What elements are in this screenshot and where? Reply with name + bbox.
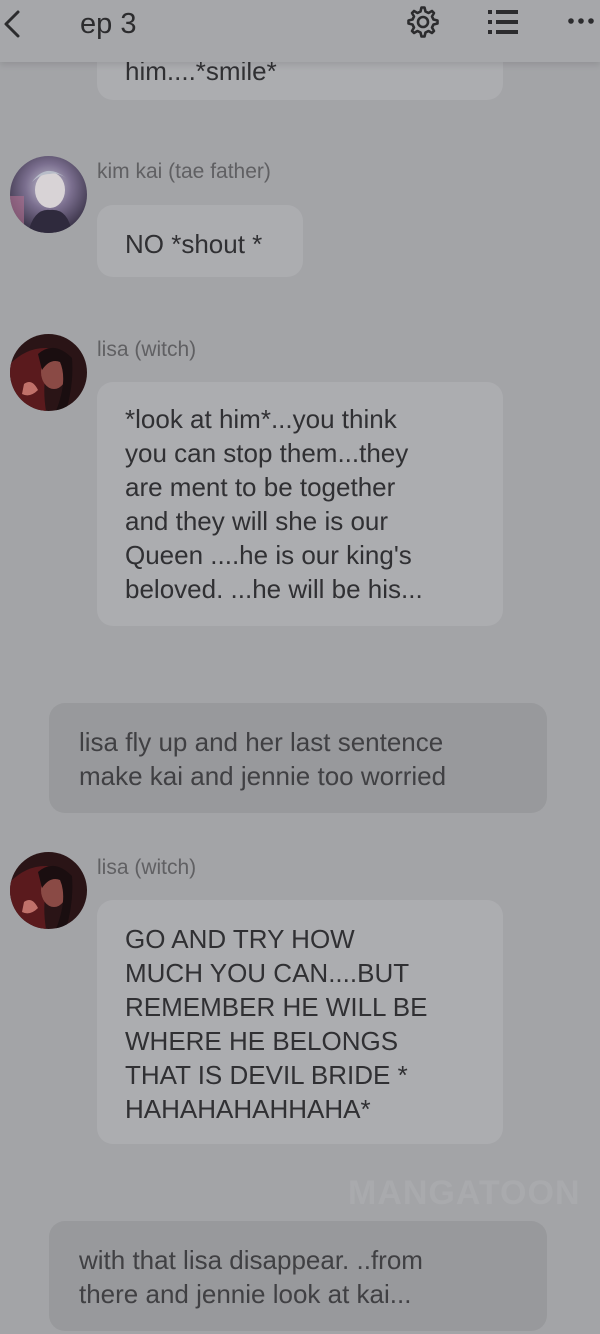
message-bubble: NO *shout * — [97, 205, 303, 277]
top-bar: ep 3 — [0, 0, 600, 62]
narration-bubble: lisa fly up and her last sentence make k… — [49, 703, 547, 813]
speaker-name: lisa (witch) — [97, 338, 197, 361]
narration-bubble: with that lisa disappear. ..from there a… — [49, 1221, 547, 1331]
watermark-logo: MANGATOON — [348, 1174, 581, 1212]
message-text: GO AND TRY HOW MUCH YOU CAN....BUT REMEM… — [125, 924, 428, 1124]
speaker-name: kim kai (tae father) — [97, 160, 271, 183]
message-text: *look at him*...you think you can stop t… — [125, 404, 423, 604]
avatar[interactable] — [10, 156, 87, 233]
chevron-left-icon[interactable] — [0, 6, 30, 42]
list-icon[interactable] — [486, 7, 520, 37]
narration-text: with that lisa disappear. ..from there a… — [79, 1245, 423, 1309]
avatar[interactable] — [10, 852, 87, 929]
message-bubble: *look at him*...you think you can stop t… — [97, 382, 503, 626]
message-bubble: GO AND TRY HOW MUCH YOU CAN....BUT REMEM… — [97, 900, 503, 1144]
more-dots-icon[interactable] — [564, 14, 598, 28]
speaker-name: lisa (witch) — [97, 856, 197, 879]
narration-text: lisa fly up and her last sentence make k… — [79, 727, 447, 791]
message-text: NO *shout * — [125, 229, 263, 259]
episode-title: ep 3 — [80, 8, 137, 40]
gear-icon[interactable] — [406, 5, 440, 39]
avatar[interactable] — [10, 334, 87, 411]
